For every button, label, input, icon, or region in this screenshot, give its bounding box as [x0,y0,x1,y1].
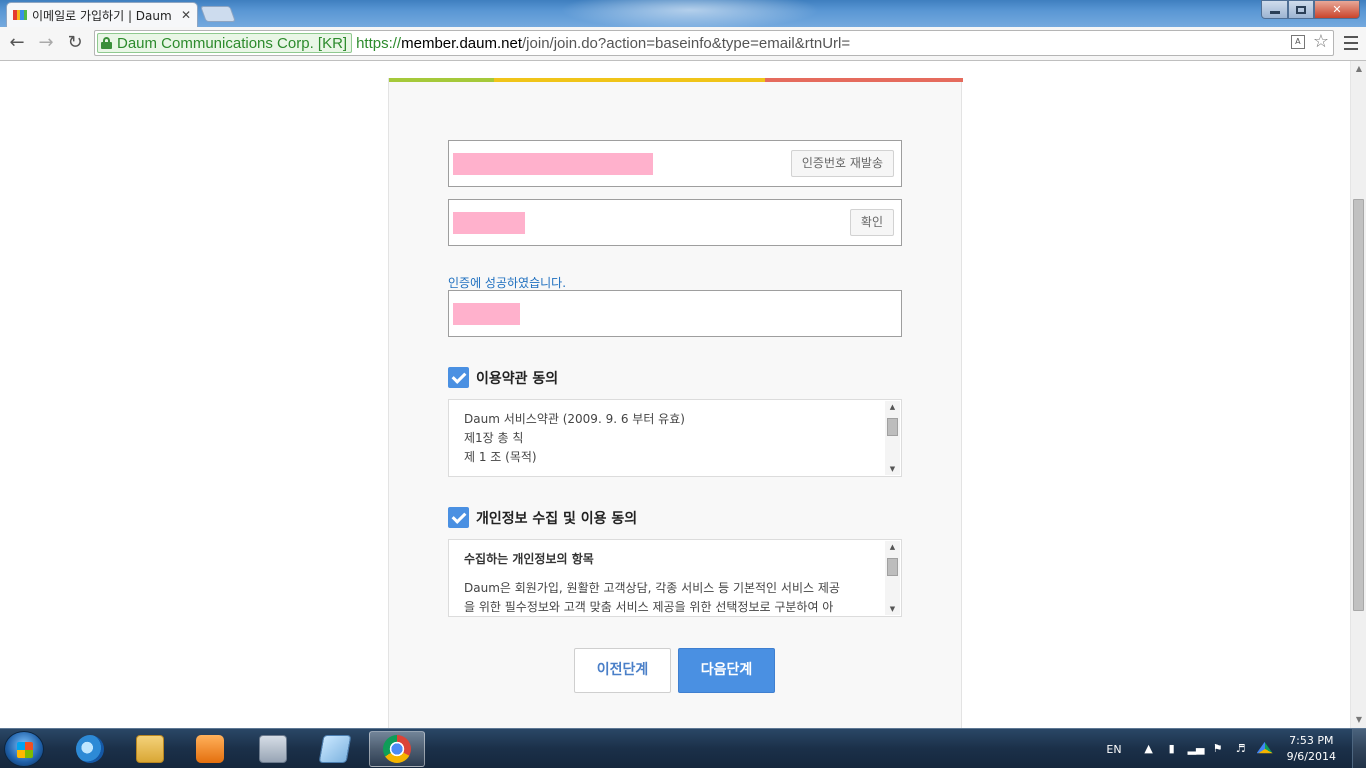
url-scheme: https:// [356,34,402,52]
chrome-icon [383,735,411,763]
scroll-down-icon[interactable]: ▼ [1351,712,1366,728]
forward-arrow-icon[interactable]: → [35,32,57,54]
scroll-up-icon[interactable]: ▲ [885,403,900,411]
titlebar-decoration [560,0,820,27]
notepad-icon [318,735,352,763]
terms-agree-checkbox-row[interactable]: 이용약관 동의 [448,367,558,388]
url-host: member.daum.net [401,34,523,52]
google-drive-icon[interactable] [1256,742,1273,754]
clock-time: 7:53 PM [1289,734,1334,747]
action-center-flag-icon[interactable]: ⚑ [1211,742,1225,756]
scrollbar-thumb[interactable] [887,418,898,436]
start-button[interactable] [4,731,44,767]
folder-icon [136,735,164,763]
scroll-up-icon[interactable]: ▲ [885,543,900,551]
scrollbar-thumb[interactable] [887,558,898,576]
maximize-icon [1296,5,1306,14]
close-window-button[interactable]: ✕ [1314,0,1360,19]
redacted-email-value [453,153,653,175]
page-scrollbar[interactable]: ▲ ▼ [1350,61,1366,728]
resend-code-button[interactable]: 인증번호 재발송 [790,150,894,177]
taskbar-media-player[interactable] [182,731,238,767]
terms-checkbox[interactable] [448,367,469,388]
terms-line: Daum 서비스약관 (2009. 9. 6 부터 유효) [464,412,685,426]
privacy-scrollbar[interactable]: ▲ ▼ [885,541,900,615]
progress-segment-1 [389,78,494,82]
internet-explorer-icon [76,735,104,763]
maximize-button[interactable] [1288,0,1314,19]
media-player-icon [196,735,224,763]
browser-toolbar: ← → ↻ Daum Communications Corp. [KR] htt… [0,27,1366,61]
scroll-up-icon[interactable]: ▲ [1351,61,1366,77]
privacy-agree-label: 개인정보 수집 및 이용 동의 [476,510,638,527]
name-field[interactable] [448,290,902,337]
new-tab-button[interactable] [200,6,236,22]
scroll-down-icon[interactable]: ▼ [885,465,900,473]
next-step-button[interactable]: 다음단계 [678,648,775,693]
calculator-icon [259,735,287,763]
minimize-icon [1269,11,1280,14]
minimize-button[interactable] [1261,0,1288,19]
privacy-checkbox[interactable] [448,507,469,528]
translate-icon[interactable]: A [1290,35,1305,49]
taskbar-chrome[interactable] [369,731,425,767]
signup-form-card: 인증번호 재발송 확인 인증에 성공하였습니다. 이용약관 동의 Daum 서비… [388,78,963,728]
language-indicator[interactable]: EN [1106,743,1121,756]
system-clock[interactable]: 7:53 PM 9/6/2014 [1287,733,1336,765]
previous-step-button[interactable]: 이전단계 [574,648,671,693]
page-scrollbar-thumb[interactable] [1353,199,1364,611]
taskbar-internet-explorer[interactable] [62,731,118,767]
browser-tab[interactable]: 이메일로 가입하기 | Daum ✕ [6,2,198,27]
terms-line: 제 1 조 (목적) [464,450,537,464]
tab-close-icon[interactable]: ✕ [181,8,191,22]
url-path: /join/join.do?action=baseinfo&type=email… [522,34,851,52]
lock-icon [101,37,112,49]
clock-date: 9/6/2014 [1286,750,1336,763]
verification-code-field[interactable]: 확인 [448,199,902,246]
address-bar-icons: A ☆ [1290,33,1329,51]
battery-icon[interactable]: ▮ [1165,742,1179,756]
step-progress-bar [389,78,963,82]
address-bar[interactable]: Daum Communications Corp. [KR] https://m… [94,30,1334,56]
page-viewport: 인증번호 재발송 확인 인증에 성공하였습니다. 이용약관 동의 Daum 서비… [0,61,1350,728]
privacy-heading: 수집하는 개인정보의 항목 [464,552,594,566]
ev-certificate-badge[interactable]: Daum Communications Corp. [KR] [97,33,353,53]
window-titlebar: 이메일로 가입하기 | Daum ✕ ✕ [0,0,1366,27]
privacy-agree-checkbox-row[interactable]: 개인정보 수집 및 이용 동의 [448,507,637,528]
progress-segment-3 [765,78,963,82]
taskbar-calculator[interactable] [245,731,301,767]
system-tray: EN ▲ ▮ ▂▄ ⚑ ♬ 7:53 PM 9/6/2014 [1106,729,1366,768]
taskbar-notepad[interactable] [307,731,363,767]
tab-title: 이메일로 가입하기 | Daum [32,8,172,23]
terms-agree-label: 이용약관 동의 [476,370,559,387]
privacy-text-box[interactable]: 수집하는 개인정보의 항목 Daum은 회원가입, 원활한 고객상담, 각종 서… [448,539,902,617]
back-arrow-icon[interactable]: ← [6,32,28,54]
bookmark-star-icon[interactable]: ☆ [1313,33,1329,51]
daum-favicon-icon [13,10,27,20]
terms-text-box[interactable]: Daum 서비스약관 (2009. 9. 6 부터 유효) 제1장 총 칙 제 … [448,399,902,477]
reload-icon[interactable]: ↻ [64,32,86,54]
redacted-name-value [453,303,520,325]
terms-scrollbar[interactable]: ▲ ▼ [885,401,900,475]
taskbar-file-explorer[interactable] [122,731,178,767]
confirm-code-button[interactable]: 확인 [849,209,894,236]
terms-line: 제1장 총 칙 [464,431,524,445]
windows-taskbar: EN ▲ ▮ ▂▄ ⚑ ♬ 7:53 PM 9/6/2014 [0,728,1366,768]
verification-success-message: 인증에 성공하였습니다. [448,276,567,290]
show-hidden-icons-icon[interactable]: ▲ [1142,742,1156,756]
progress-segment-2 [494,78,765,82]
privacy-line: Daum은 회원가입, 원활한 고객상담, 각종 서비스 등 기본적인 서비스 … [464,581,840,595]
ev-certificate-label: Daum Communications Corp. [KR] [117,34,348,52]
window-controls: ✕ [1261,0,1360,19]
chrome-menu-icon[interactable] [1344,36,1358,50]
privacy-line: 을 위한 필수정보와 고객 맞춤 서비스 제공을 위한 선택정보로 구분하여 아 [464,600,834,614]
redacted-code-value [453,212,525,234]
show-desktop-button[interactable] [1352,729,1366,768]
volume-icon[interactable]: ♬ [1234,742,1248,756]
email-field[interactable]: 인증번호 재발송 [448,140,902,187]
scroll-down-icon[interactable]: ▼ [885,605,900,613]
signal-icon[interactable]: ▂▄ [1188,742,1205,756]
url-text[interactable]: https://member.daum.net/join/join.do?act… [356,35,850,52]
